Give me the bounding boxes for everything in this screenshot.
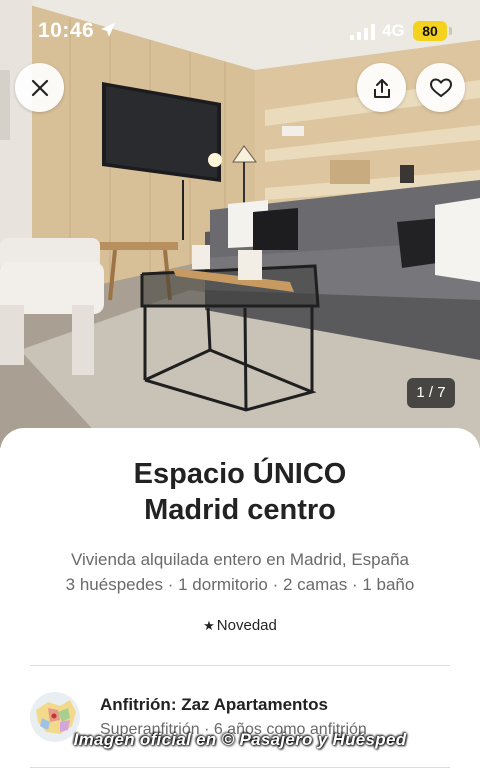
divider (30, 665, 450, 666)
battery-tip (449, 27, 452, 35)
listing-title-line2: Madrid centro (144, 494, 336, 526)
listing-subtitle: Vivienda alquilada entero en Madrid, Esp… (70, 550, 410, 569)
cellular-signal-icon (350, 24, 375, 40)
status-bar: 10:46 4G 80 (0, 0, 480, 62)
star-icon: ★ (203, 618, 215, 633)
host-name[interactable]: Anfitrión: Zaz Apartamentos (100, 695, 328, 715)
location-arrow-icon (101, 23, 115, 37)
watermark-text: Imagen oficial en © Pasajero y Huésped (73, 730, 407, 749)
listing-title-line1: Espacio ÚNICO (133, 458, 347, 490)
close-button[interactable] (15, 63, 64, 112)
close-icon (31, 79, 48, 96)
status-time: 10:46 (38, 19, 95, 42)
heart-icon (429, 78, 452, 97)
network-type: 4G (382, 21, 405, 40)
new-badge-label: Novedad (216, 617, 277, 634)
save-wishlist-button[interactable] (416, 63, 465, 112)
photo-counter: 1 / 7 (407, 378, 455, 408)
battery-indicator: 80 (413, 21, 447, 41)
listing-capacity-details: 3 huéspedes · 1 dormitorio · 2 camas · 1… (65, 575, 415, 594)
new-listing-badge: ★ Novedad (0, 617, 480, 634)
listing-details-sheet: Espacio ÚNICO Madrid centro Vivienda alq… (0, 428, 480, 768)
listing-title: Espacio ÚNICO Madrid centro (40, 456, 440, 528)
share-icon (373, 78, 390, 98)
share-button[interactable] (357, 63, 406, 112)
